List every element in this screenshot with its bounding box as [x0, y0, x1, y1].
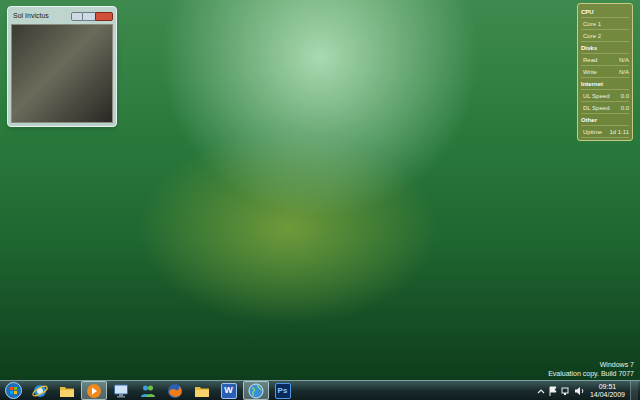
taskbar-button[interactable] [81, 381, 107, 400]
gadget-header: CPU [581, 6, 629, 18]
desktop[interactable]: Sol InvictusCPUCore 1Core 2DisksReadN/AW… [0, 0, 640, 380]
taskbar-button[interactable] [162, 381, 188, 400]
taskbar: W Ps 09:5114/04/2009 [0, 380, 640, 400]
album-art [11, 24, 113, 123]
firefox-icon [167, 383, 183, 399]
clock[interactable]: 09:5114/04/2009 [588, 383, 627, 399]
folder-icon [59, 383, 75, 399]
clock-time: 09:51 [599, 383, 617, 391]
close-button[interactable] [95, 12, 113, 21]
photoshop-icon: Ps [275, 383, 291, 399]
gadget-row: UL Speed0.0 [581, 90, 629, 102]
gadget-header: Other [581, 114, 629, 126]
word-icon: W [221, 383, 237, 399]
watermark-line: Evaluation copy. Build 7077 [548, 369, 634, 378]
taskbar-button[interactable] [189, 381, 215, 400]
gadget-row: Uptime1d 1:11 [581, 126, 629, 138]
windows-orb-icon [5, 382, 22, 399]
monitor-icon [113, 383, 129, 399]
media-window[interactable]: Sol Invictus [7, 6, 117, 127]
gadget-row: Core 1 [581, 18, 629, 30]
volume-icon[interactable] [574, 386, 585, 396]
gadget-row: DL Speed0.0 [581, 102, 629, 114]
show-hidden-icons-icon[interactable] [537, 387, 545, 395]
title-bar[interactable]: Sol Invictus [11, 10, 113, 22]
gadget-row: ReadN/A [581, 54, 629, 66]
media-player-icon [86, 383, 102, 399]
clock-date: 14/04/2009 [590, 391, 625, 399]
system-tray: 09:5114/04/2009 [537, 381, 640, 400]
taskbar-button[interactable]: Ps [270, 381, 296, 400]
window-title: Sol Invictus [11, 11, 49, 22]
gadget-row: Core 2 [581, 30, 629, 42]
window-controls [71, 12, 113, 21]
taskbar-button[interactable] [54, 381, 80, 400]
watermark: Windows 7Evaluation copy. Build 7077 [548, 360, 634, 378]
desktop-screen: Sol InvictusCPUCore 1Core 2DisksReadN/AW… [0, 0, 640, 400]
globe-icon [248, 383, 264, 399]
system-monitor-gadget[interactable]: CPUCore 1Core 2DisksReadN/AWriteN/AInter… [577, 3, 633, 141]
start-button[interactable] [0, 381, 26, 400]
minimize-button[interactable] [71, 12, 83, 21]
watermark-line: Windows 7 [600, 360, 634, 369]
taskbar-button[interactable] [27, 381, 53, 400]
taskbar-button[interactable] [243, 381, 269, 400]
people-icon [140, 383, 156, 399]
taskbar-button[interactable]: W [216, 381, 242, 400]
network-icon[interactable] [561, 386, 571, 396]
internet-explorer-icon [32, 383, 48, 399]
gadget-row: WriteN/A [581, 66, 629, 78]
maximize-button[interactable] [83, 12, 95, 21]
gadget-header: Disks [581, 42, 629, 54]
flag-icon[interactable] [548, 386, 558, 396]
taskbar-button[interactable] [135, 381, 161, 400]
taskbar-button[interactable] [108, 381, 134, 400]
show-desktop-button[interactable] [630, 381, 638, 400]
folder-icon [194, 383, 210, 399]
gadget-header: Internet [581, 78, 629, 90]
